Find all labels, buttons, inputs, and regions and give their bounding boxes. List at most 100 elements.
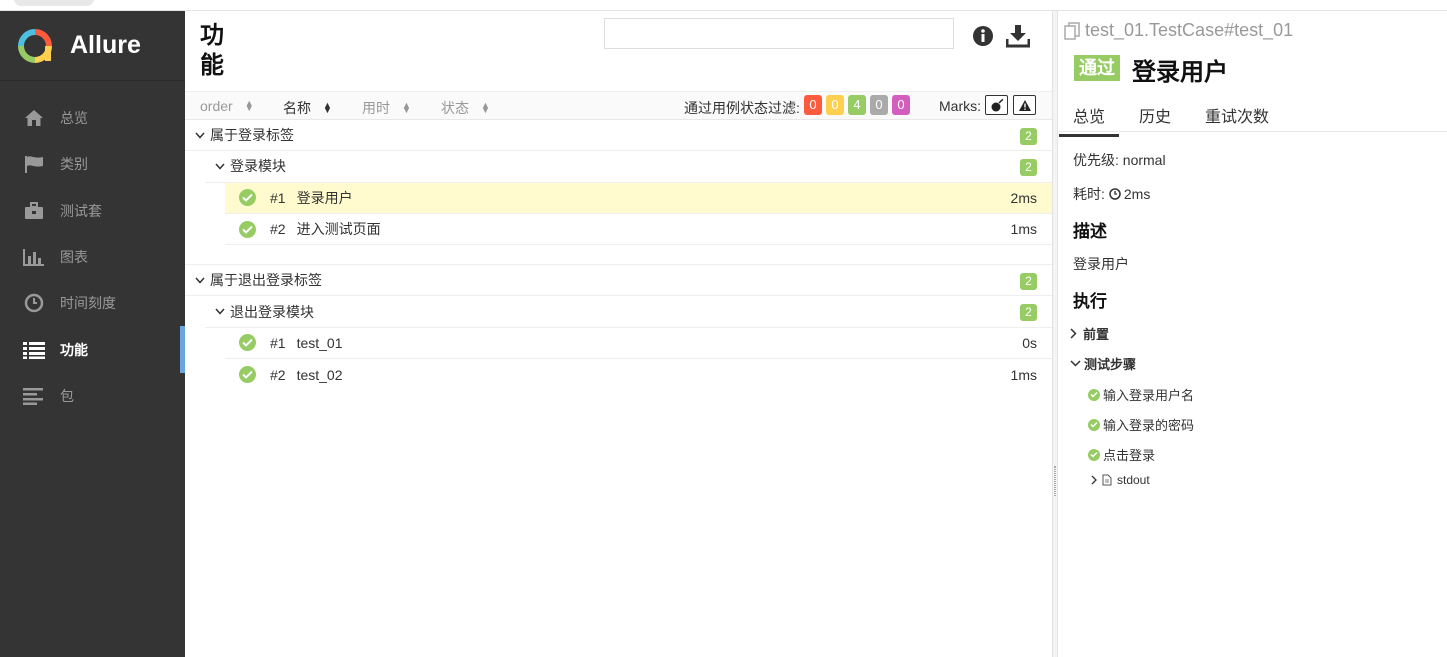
step-item[interactable]: 点击登录	[1088, 445, 1155, 464]
chevron-down-icon	[215, 163, 225, 170]
case-duration: 2ms	[1010, 189, 1037, 206]
test-case-row[interactable]: #2 进入测试页面 1ms	[225, 214, 1052, 246]
test-case-row[interactable]: #1 登录用户 2ms	[225, 182, 1052, 214]
case-number: #1	[270, 189, 286, 206]
download-icon[interactable]	[1005, 24, 1031, 48]
attachment-item[interactable]: stdout	[1091, 473, 1150, 487]
group-name: 退出登录模块	[230, 303, 314, 320]
filter-broken[interactable]: 0	[826, 95, 844, 115]
sort-name-label: 名称	[283, 100, 311, 116]
tab-pill	[14, 0, 94, 6]
pane-resize-handle[interactable]	[1052, 11, 1058, 657]
sidebar-item-overview[interactable]: 总览	[0, 95, 185, 141]
sort-order[interactable]: order ▲ ▼	[200, 98, 254, 114]
sidebar-item-packages[interactable]: 包	[0, 373, 185, 419]
group-name: 属于登录标签	[210, 127, 294, 144]
group-count-badge: 2	[1020, 128, 1037, 145]
step-item[interactable]: 输入登录的密码	[1088, 415, 1194, 434]
tab-retries[interactable]: 重试次数	[1205, 103, 1269, 134]
sidebar-item-label: 图表	[60, 249, 88, 266]
sidebar-item-behaviors[interactable]: 功能	[0, 326, 185, 374]
chevron-down-icon	[195, 132, 205, 139]
test-case-row[interactable]: #1 test_01 0s	[225, 328, 1052, 360]
tree-group-epic[interactable]: 属于登录标签 2	[185, 120, 1052, 152]
sidebar-item-label: 时间刻度	[60, 295, 116, 312]
setup-label: 前置	[1083, 327, 1110, 342]
passed-icon	[1088, 388, 1100, 401]
step-item[interactable]: 输入登录用户名	[1088, 385, 1194, 404]
chevron-down-icon	[195, 277, 205, 284]
sidebar-item-label: 包	[60, 387, 74, 404]
test-full-name: test_01.TestCase#test_01	[1064, 20, 1293, 41]
sidebar-item-suites[interactable]: 测试套	[0, 188, 185, 234]
status-filter-label: 通过用例状态过滤:	[684, 100, 800, 116]
passed-icon	[239, 334, 256, 352]
marks-label: Marks:	[939, 98, 981, 114]
tab-history[interactable]: 历史	[1139, 103, 1171, 134]
app-logo[interactable]: Allure	[0, 11, 185, 81]
test-steps-label: 测试步骤	[1084, 357, 1137, 372]
filter-skipped[interactable]: 0	[870, 95, 888, 115]
test-steps-section[interactable]: 测试步骤	[1070, 354, 1136, 373]
align-left-icon	[23, 386, 45, 406]
clock-icon	[1109, 188, 1121, 200]
list-icon	[23, 340, 45, 360]
description-text: 登录用户	[1073, 256, 1129, 272]
home-icon	[23, 108, 45, 128]
attachment-name: stdout	[1117, 473, 1150, 487]
tree-group-feature[interactable]: 退出登录模块 2	[205, 296, 1052, 328]
group-count-badge: 2	[1020, 273, 1037, 291]
case-number: #1	[270, 334, 286, 351]
sort-status[interactable]: 状态 ▲ ▼	[441, 98, 490, 118]
step-name: 输入登录用户名	[1103, 388, 1195, 403]
tree-group-feature[interactable]: 登录模块 2	[205, 151, 1052, 183]
filter-passed[interactable]: 4	[848, 95, 866, 115]
sort-order-label: order	[200, 98, 233, 114]
passed-icon	[1088, 448, 1100, 461]
file-icon	[1102, 474, 1112, 486]
step-name: 输入登录的密码	[1103, 418, 1195, 433]
briefcase-icon	[23, 201, 45, 221]
filter-failed[interactable]: 0	[804, 95, 822, 115]
flag-icon	[23, 154, 45, 174]
sidebar-item-categories[interactable]: 类别	[0, 141, 185, 187]
sidebar-item-label: 测试套	[60, 202, 102, 219]
sidebar-item-timeline[interactable]: 时间刻度	[0, 280, 185, 326]
browser-top-strip	[0, 0, 1447, 11]
flaky-mark-icon[interactable]	[985, 95, 1008, 115]
sort-duration-label: 用时	[362, 100, 390, 116]
sidebar-item-label: 功能	[60, 341, 88, 358]
case-number: #2	[270, 221, 286, 238]
sidebar-item-label: 总览	[60, 110, 88, 127]
search-input[interactable]	[604, 18, 954, 49]
group-name: 属于退出登录标签	[210, 272, 322, 289]
tree-group-epic[interactable]: 属于退出登录标签 2	[185, 265, 1052, 297]
warning-mark-icon[interactable]	[1013, 95, 1036, 115]
copy-icon[interactable]	[1064, 21, 1081, 40]
test-case-row[interactable]: #2 test_02 1ms	[225, 359, 1052, 390]
case-duration: 1ms	[1010, 366, 1037, 383]
passed-icon	[1088, 418, 1100, 431]
page-title: 功能	[200, 22, 224, 79]
behaviors-tree: 属于登录标签 2 登录模块 2 #1 登录用户 2ms #2 进入测试页面 1m…	[185, 120, 1052, 390]
test-title: 登录用户	[1132, 59, 1228, 86]
sidebar: Allure 总览 类别 测试套 图表 时间刻度 功能 包	[0, 11, 185, 657]
sort-name[interactable]: 名称 ▲ ▼	[283, 98, 332, 118]
sidebar-item-graphs[interactable]: 图表	[0, 234, 185, 280]
passed-icon	[239, 366, 256, 384]
info-icon[interactable]	[972, 25, 994, 47]
clock-icon	[23, 293, 45, 313]
description-heading: 描述	[1073, 222, 1107, 241]
tab-overview[interactable]: 总览	[1059, 103, 1120, 137]
sort-arrows-icon: ▲ ▼	[244, 98, 254, 113]
group-count-badge: 2	[1020, 159, 1037, 177]
group-spacer	[185, 245, 1052, 266]
case-duration: 0s	[1022, 334, 1037, 351]
group-count-badge: 2	[1020, 304, 1037, 322]
execution-heading: 执行	[1073, 292, 1107, 311]
sort-arrows-icon: ▲ ▼	[481, 100, 490, 115]
setup-section[interactable]: 前置	[1070, 324, 1109, 343]
sort-duration[interactable]: 用时 ▲ ▼	[362, 98, 411, 118]
sort-bar: order ▲ ▼ 名称 ▲ ▼ 用时 ▲ ▼ 状态 ▲ ▼ 通过用例状态过滤: 0 0 4 0…	[185, 91, 1052, 120]
filter-unknown[interactable]: 0	[892, 95, 910, 115]
